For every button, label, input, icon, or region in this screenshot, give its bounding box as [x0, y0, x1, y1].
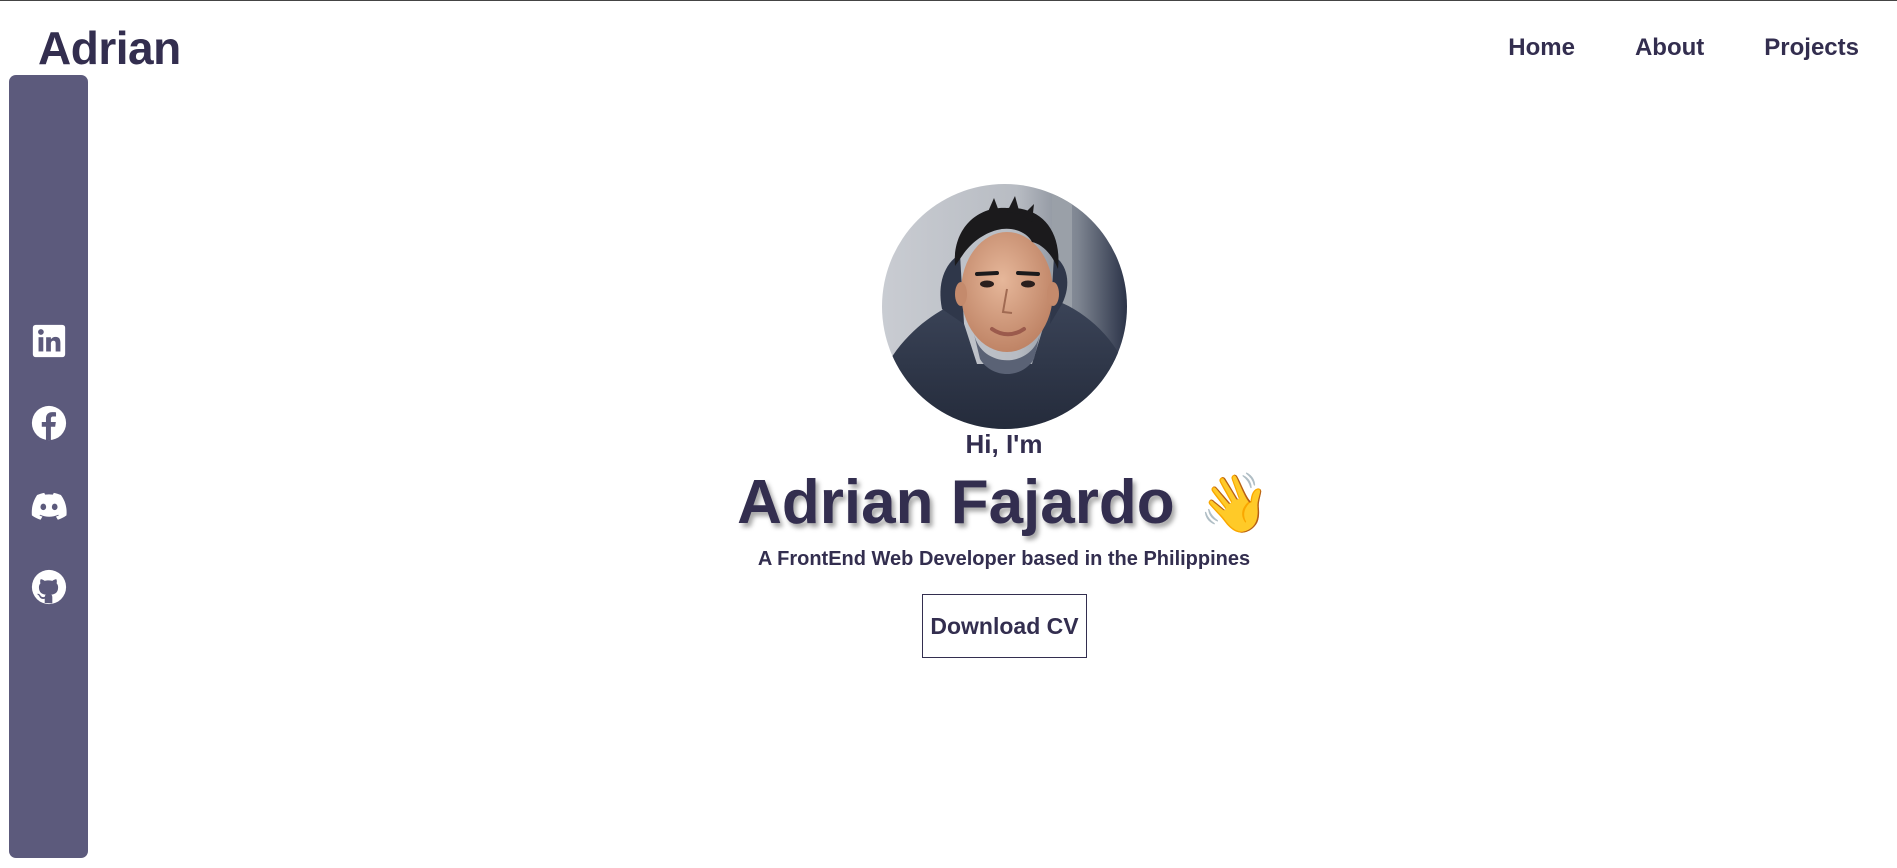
- nav-link-projects[interactable]: Projects: [1764, 31, 1859, 65]
- site-logo[interactable]: Adrian: [38, 21, 181, 75]
- profile-photo: [882, 184, 1127, 429]
- nav-link-home[interactable]: Home: [1508, 31, 1575, 65]
- download-cv-button[interactable]: Download CV: [922, 594, 1087, 658]
- name-row: Adrian Fajardo 👋: [0, 467, 1897, 539]
- main-nav: Home About Projects: [1508, 31, 1859, 65]
- waving-hand-icon: 👋: [1198, 469, 1271, 537]
- page: Adrian Home About Projects Hi, I'm Adria…: [0, 0, 1897, 868]
- greeting-text: Hi, I'm: [965, 429, 1043, 459]
- nav-link-about[interactable]: About: [1635, 31, 1704, 65]
- linkedin-icon[interactable]: [29, 321, 69, 361]
- hero-tagline: A FrontEnd Web Developer based in the Ph…: [757, 548, 1251, 570]
- hero-name: Adrian Fajardo: [737, 468, 1175, 537]
- github-icon[interactable]: [29, 567, 69, 607]
